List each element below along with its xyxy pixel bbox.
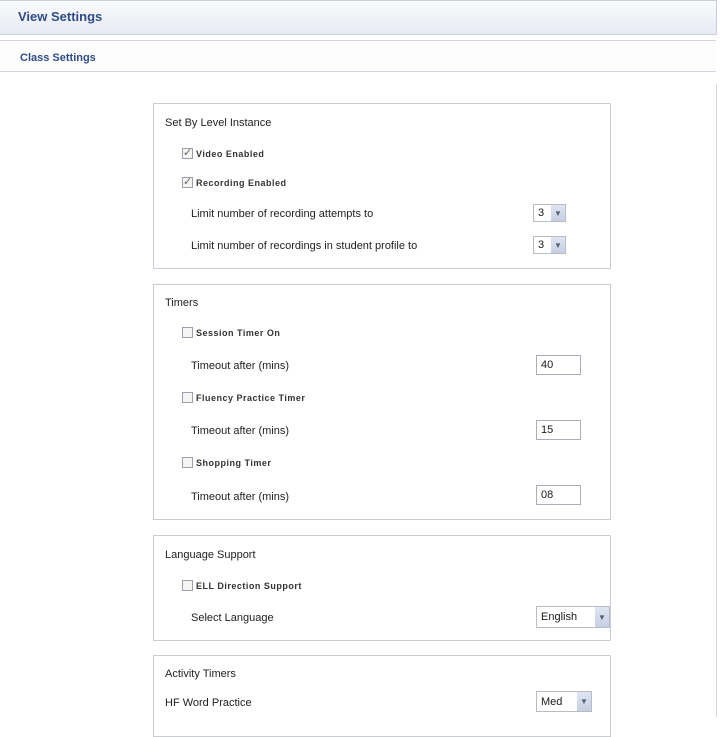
chevron-down-icon[interactable]: ▼ [551,205,565,221]
recording-attempts-select[interactable]: 3 ▼ [533,204,566,222]
select-value: English [541,611,578,623]
profile-recordings-select[interactable]: 3 ▼ [533,236,566,254]
select-value: Med [541,695,563,708]
panel-title: Set By Level Instance [165,117,272,129]
activity-timers-panel: Activity Timers HF Word Practice Med ▼ [153,655,611,737]
recording-enabled-checkbox[interactable] [182,175,193,188]
panel-title: Language Support [165,549,256,561]
session-timer-option[interactable]: Session Timer On [182,327,280,338]
chevron-down-icon[interactable]: ▼ [551,237,565,253]
checkbox-label: Session Timer On [196,327,281,338]
ell-direction-checkbox[interactable] [182,580,193,591]
hf-word-practice-select[interactable]: Med ▼ [536,691,592,712]
timeout-label: Timeout after (mins) [191,491,290,503]
language-select[interactable]: English ▼ [536,606,610,628]
select-language-label: Select Language [191,612,274,624]
chevron-down-icon[interactable]: ▼ [577,692,591,711]
select-value: 3 [538,239,545,251]
shopping-timer-checkbox[interactable] [182,457,193,468]
video-enabled-option[interactable]: Video Enabled [182,146,265,159]
hf-word-practice-label: HF Word Practice [165,697,252,709]
checkbox-label: Fluency Practice Timer [196,392,306,403]
class-settings-header: Class Settings [0,40,716,72]
timeout-label: Timeout after (mins) [191,360,290,372]
session-timer-checkbox[interactable] [182,327,193,338]
checkbox-label: Recording Enabled [196,177,287,188]
ell-direction-option[interactable]: ELL Direction Support [182,580,302,591]
session-timeout-input[interactable]: 40 [536,355,581,375]
panel-title: Timers [165,297,199,309]
checkbox-label: ELL Direction Support [196,580,302,591]
section-title: Class Settings [20,52,96,64]
profile-recordings-label: Limit number of recordings in student pr… [191,240,418,252]
settings-content: Set By Level Instance Video Enabled Reco… [0,84,717,737]
fluency-timeout-input[interactable]: 15 [536,420,581,440]
level-instance-panel: Set By Level Instance Video Enabled Reco… [153,103,611,269]
recording-attempts-label: Limit number of recording attempts to [191,208,374,220]
video-enabled-checkbox[interactable] [182,146,193,159]
language-support-panel: Language Support ELL Direction Support S… [153,535,611,641]
checkbox-label: Shopping Timer [196,457,272,468]
shopping-timeout-input[interactable]: 08 [536,485,581,505]
checkbox-label: Video Enabled [196,148,265,159]
view-settings-header: View Settings [0,0,717,35]
select-value: 3 [538,207,545,219]
fluency-timer-option[interactable]: Fluency Practice Timer [182,392,305,403]
fluency-timer-checkbox[interactable] [182,392,193,403]
panel-title: Activity Timers [165,668,236,680]
recording-enabled-option[interactable]: Recording Enabled [182,175,287,188]
page-title: View Settings [18,9,103,24]
shopping-timer-option[interactable]: Shopping Timer [182,457,271,468]
chevron-down-icon[interactable]: ▼ [595,607,609,627]
timers-panel: Timers Session Timer On Timeout after (m… [153,284,611,520]
timeout-label: Timeout after (mins) [191,425,290,437]
